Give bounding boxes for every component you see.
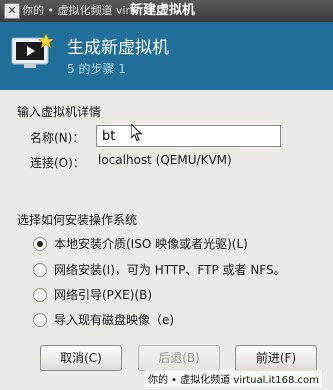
window-title: 新建虚拟机 (130, 3, 196, 18)
install-option-label: 网络安装(I)，可为 HTTP、FTP 或者 NFS。 (54, 263, 286, 277)
forward-button[interactable]: 前进(F) (235, 345, 317, 371)
monitor-star-icon (10, 32, 54, 76)
radio-button[interactable] (33, 236, 47, 251)
install-option-label: 导入现有磁盘映像（e) (54, 313, 175, 327)
name-input[interactable] (96, 125, 281, 147)
radio-button[interactable] (33, 262, 47, 277)
install-option-local-media[interactable]: 本地安装介质(ISO 映像或者光驱)(L) (33, 235, 248, 251)
wizard-header: 生成新虚拟机 5 的步骤 1 (0, 22, 333, 90)
back-button[interactable]: 后退(B) (138, 345, 220, 371)
radio-button[interactable] (33, 287, 47, 302)
install-section-title: 选择如何安装操作系统 (17, 213, 138, 227)
install-option-network-install[interactable]: 网络安装(I)，可为 HTTP、FTP 或者 NFS。 (33, 261, 286, 277)
watermark: 你的 • 虚拟化频道 virtual.it168.com (145, 370, 322, 387)
titlebar-overlay-text: 你的 • 虚拟化频道 virt (22, 4, 135, 17)
radio-button[interactable] (33, 312, 47, 327)
connection-label: 连接(O)： (30, 156, 85, 170)
details-section-title: 输入虚拟机详情 (17, 105, 102, 119)
install-option-label: 网络引导(PXE)(B) (54, 288, 152, 302)
wizard-step: 5 的步骤 1 (67, 62, 126, 76)
install-option-network-boot[interactable]: 网络引导(PXE)(B) (33, 286, 152, 302)
close-icon[interactable]: ✕ (4, 3, 20, 19)
mouse-cursor-icon (130, 122, 143, 146)
window-titlebar: ✕ 你的 • 虚拟化频道 virt 新建虚拟机 (0, 0, 333, 22)
install-option-label: 本地安装介质(ISO 映像或者光驱)(L) (54, 237, 248, 251)
cancel-button[interactable]: 取消(C) (40, 345, 122, 371)
name-label: 名称(N)： (30, 131, 85, 145)
wizard-title: 生成新虚拟机 (67, 38, 169, 58)
connection-value: localhost (QEMU/KVM) (98, 153, 232, 167)
install-option-import-disk[interactable]: 导入现有磁盘映像（e) (33, 311, 174, 327)
